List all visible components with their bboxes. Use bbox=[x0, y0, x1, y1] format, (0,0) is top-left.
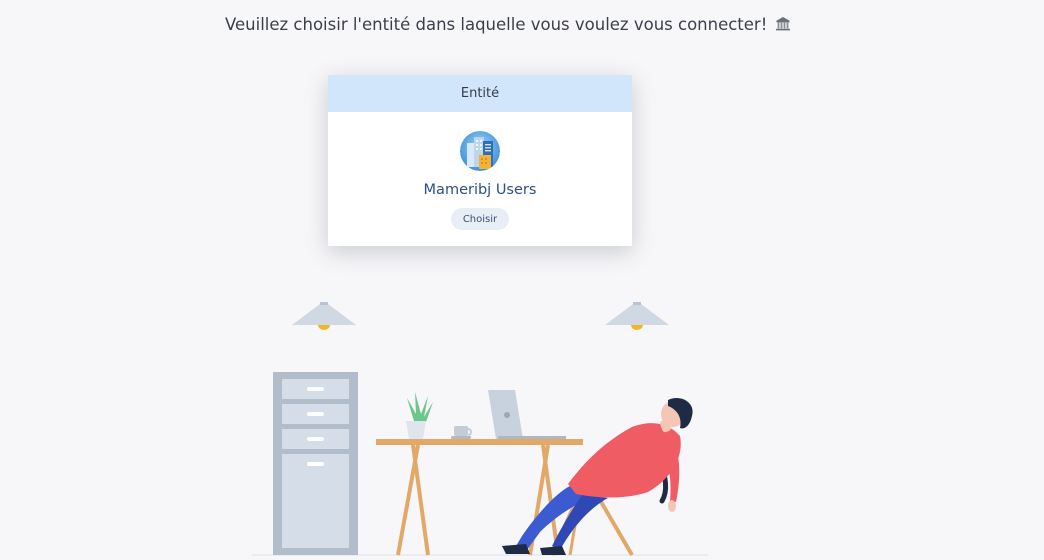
filing-cabinet-icon bbox=[273, 372, 358, 555]
card-body: Mameribj Users Choisir bbox=[328, 112, 632, 246]
lamp-left-icon bbox=[292, 302, 356, 330]
card-header: Entité bbox=[328, 75, 632, 112]
buildings-icon bbox=[460, 131, 500, 171]
page: Veuillez choisir l'entité dans laquelle … bbox=[0, 0, 1044, 560]
entity-card: Entité Mameribj Users Choisir bbox=[328, 75, 632, 246]
plant-icon bbox=[406, 392, 433, 439]
page-heading-text: Veuillez choisir l'entité dans laquelle … bbox=[225, 14, 768, 34]
laptop-icon bbox=[488, 390, 566, 439]
choose-button[interactable]: Choisir bbox=[451, 208, 509, 230]
person-icon bbox=[502, 397, 693, 555]
card-title: Entité bbox=[460, 86, 500, 101]
entity-name[interactable]: Mameribj Users bbox=[328, 182, 632, 198]
office-illustration bbox=[252, 302, 708, 557]
desk-icon bbox=[376, 439, 583, 556]
bank-icon bbox=[776, 17, 791, 31]
lamp-right-icon bbox=[605, 302, 669, 330]
entity-avatar bbox=[460, 131, 500, 171]
coffee-cup-icon bbox=[451, 426, 472, 439]
page-heading: Veuillez choisir l'entité dans laquelle … bbox=[225, 12, 791, 36]
